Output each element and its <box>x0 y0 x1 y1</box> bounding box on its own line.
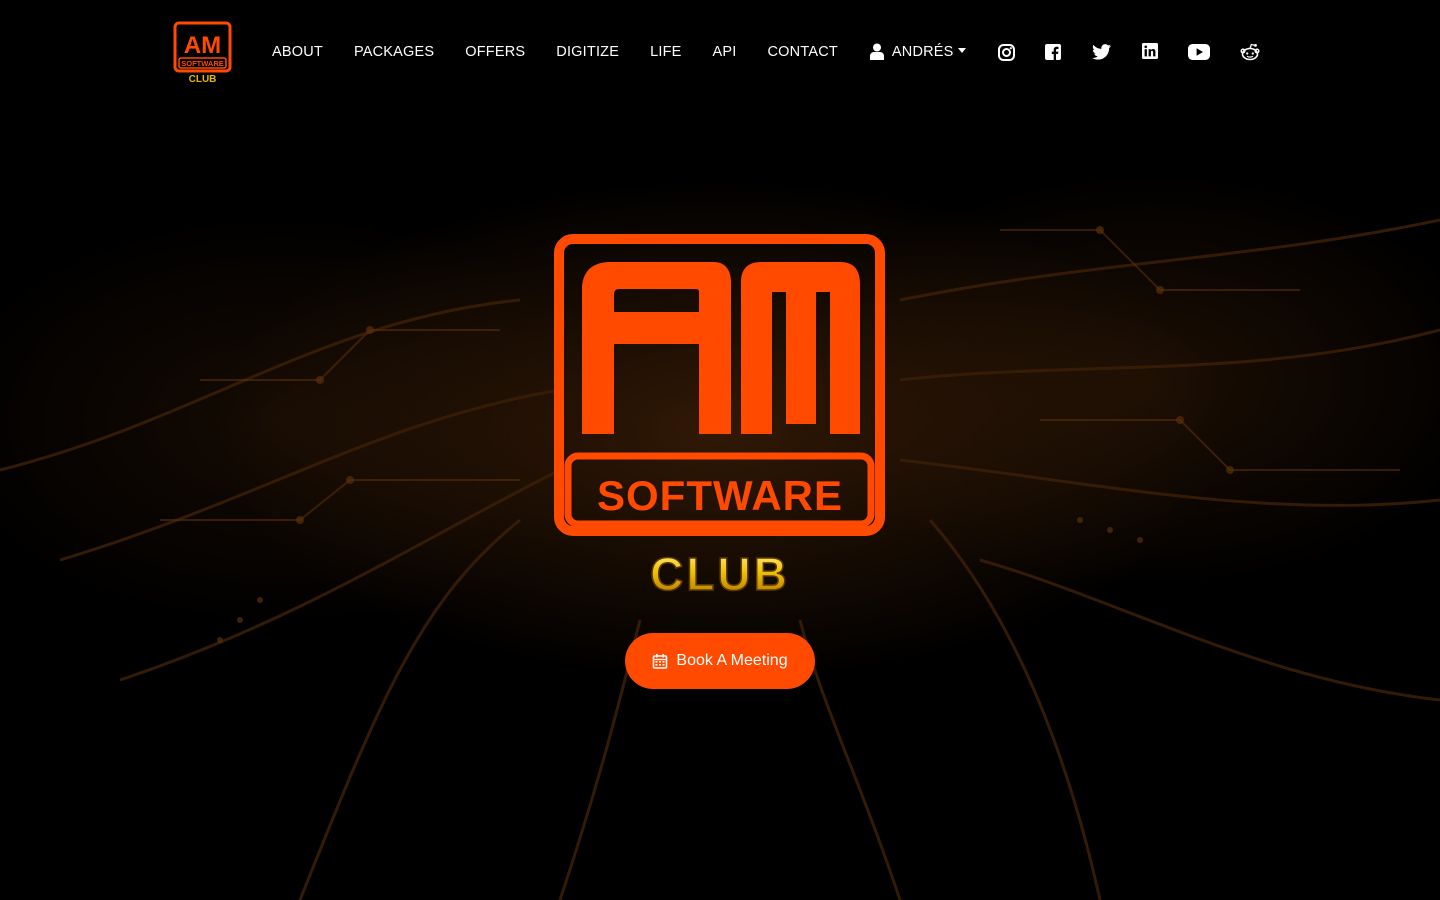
nav-logo[interactable]: AM SOFTWARE CLUB <box>173 21 233 85</box>
twitter-icon[interactable] <box>1091 43 1111 60</box>
nav-link-api[interactable]: API <box>713 44 737 60</box>
youtube-icon[interactable] <box>1188 43 1210 60</box>
linkedin-icon[interactable] <box>1142 43 1158 59</box>
nav-logo-software: SOFTWARE <box>181 59 224 68</box>
nav-link-contact[interactable]: CONTACT <box>768 44 838 60</box>
nav-link-packages[interactable]: PACKAGES <box>354 44 434 60</box>
nav-logo-club: CLUB <box>189 74 217 85</box>
nav-link-digitize[interactable]: DIGITIZE <box>556 44 619 60</box>
chevron-down-icon <box>957 48 966 53</box>
nav-link-about[interactable]: ABOUT <box>272 44 323 60</box>
book-meeting-label: Book A Meeting <box>676 652 788 669</box>
nav-link-life[interactable]: LIFE <box>650 44 681 60</box>
nav-link-offers[interactable]: OFFERS <box>465 44 525 60</box>
hero-logo-software: SOFTWARE <box>597 472 843 519</box>
top-navbar: AM SOFTWARE CLUB ABOUT PACKAGES OFFERS D… <box>0 0 1440 105</box>
user-menu-dropdown[interactable]: ANDRÉS <box>869 43 966 60</box>
instagram-icon[interactable] <box>997 43 1015 61</box>
user-name-label: ANDRÉS <box>891 43 954 60</box>
facebook-icon[interactable] <box>1044 43 1061 60</box>
reddit-icon[interactable] <box>1240 43 1260 61</box>
book-meeting-button[interactable]: Book A Meeting <box>625 633 815 689</box>
nav-links: ABOUT PACKAGES OFFERS DIGITIZE LIFE API … <box>272 43 966 60</box>
hero-logo-club: CLUB <box>650 548 790 596</box>
user-icon <box>869 43 884 60</box>
calendar-icon <box>653 654 668 669</box>
hero-logo: SOFTWARE CLUB <box>554 234 886 601</box>
nav-logo-am: AM <box>184 32 221 59</box>
